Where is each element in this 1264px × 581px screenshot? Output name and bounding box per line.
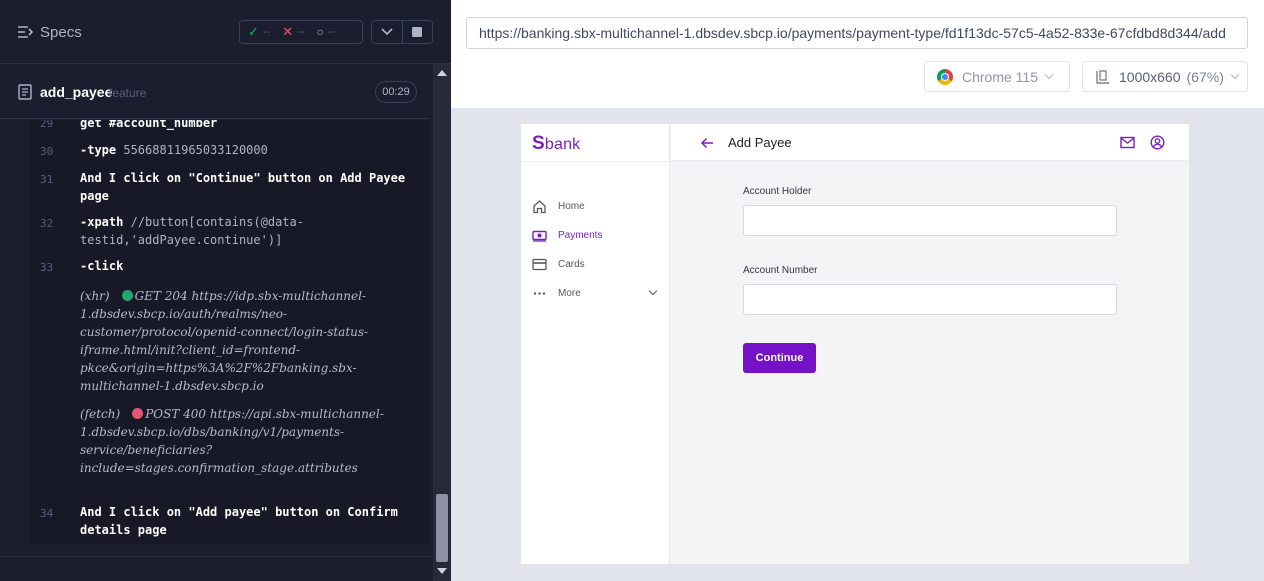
mail-icon[interactable] <box>1120 136 1135 149</box>
specs-bar: Specs ✓ -- ✕ -- ○ -- <box>0 0 451 64</box>
collapse-button[interactable] <box>372 21 402 43</box>
passed-count: ✓ -- <box>248 24 271 39</box>
spec-extension: feature <box>109 86 147 100</box>
log-scrollbar[interactable] <box>433 64 451 581</box>
sbank-logo[interactable]: Sbank <box>532 133 580 155</box>
chevron-down-icon <box>381 28 393 36</box>
scroll-thumb[interactable] <box>436 494 448 562</box>
log-entry[interactable]: -click <box>80 257 420 275</box>
file-icon <box>18 84 32 100</box>
aut-panel: https://banking.sbx-multichannel-1.dbsde… <box>451 0 1264 581</box>
stop-button[interactable] <box>401 21 433 43</box>
chevron-down-icon <box>1044 70 1054 79</box>
specs-list-icon[interactable] <box>17 25 33 39</box>
line-number: 33 <box>40 261 54 274</box>
app-frame: Sbank Home Payments Cards More Add Payee… <box>521 124 1189 564</box>
divider <box>521 161 670 162</box>
command-log: 29 get #account_number 30 -type 55668811… <box>30 120 430 544</box>
nav-item-payments[interactable]: Payments <box>532 226 660 244</box>
stop-icon <box>412 27 423 37</box>
spec-header: add_payee feature <box>0 65 430 119</box>
scroll-down-arrow-icon[interactable] <box>437 568 447 574</box>
line-number: 32 <box>40 217 54 230</box>
log-entry[interactable]: And I click on "Continue" button on Add … <box>80 169 420 205</box>
back-arrow-icon[interactable] <box>700 136 714 150</box>
page-title: Add Payee <box>728 135 792 150</box>
nav-item-cards[interactable]: Cards <box>532 255 660 273</box>
nav-item-home[interactable]: Home <box>532 197 660 215</box>
status-dot-error <box>132 408 144 419</box>
url-bar[interactable]: https://banking.sbx-multichannel-1.dbsde… <box>466 17 1248 49</box>
test-stats: ✓ -- ✕ -- ○ -- <box>239 20 363 44</box>
payments-icon <box>532 230 547 242</box>
pending-circle-icon: ○ <box>316 25 324 39</box>
log-entry[interactable]: -xpath //button[contains(@data-testid,'a… <box>80 213 420 249</box>
request-entry[interactable]: (fetch) POST 400 https://api.sbx-multicha… <box>80 405 425 477</box>
divider <box>0 556 433 557</box>
runner-controls <box>371 20 433 44</box>
status-dot-success <box>121 290 133 301</box>
account-number-label: Account Number <box>743 265 818 276</box>
more-icon <box>533 291 546 295</box>
account-holder-input[interactable] <box>743 205 1117 236</box>
browser-selector[interactable]: Chrome 115 <box>924 61 1070 92</box>
line-number: 29 <box>40 120 54 130</box>
chevron-down-icon <box>1230 70 1240 79</box>
chrome-icon <box>937 68 953 85</box>
line-number: 34 <box>40 507 54 520</box>
user-icon[interactable] <box>1150 135 1165 150</box>
runner-panel: Specs ✓ -- ✕ -- ○ -- add_payee feature 00:2… <box>0 0 451 581</box>
log-entry[interactable]: -type 55668811965033120000 <box>80 141 420 159</box>
app-header: Add Payee <box>671 124 1189 161</box>
account-number-input[interactable] <box>743 284 1117 315</box>
line-number: 30 <box>40 145 54 158</box>
chevron-down-icon <box>648 286 658 296</box>
home-icon <box>533 199 546 213</box>
spec-timer: 00:29 <box>375 81 417 103</box>
app-sidebar: Sbank Home Payments Cards More <box>521 124 670 564</box>
nav-item-more[interactable]: More <box>532 284 660 302</box>
request-entry[interactable]: (xhr) GET 204 https://idp.sbx-multichanne… <box>80 287 425 395</box>
log-entry[interactable]: get #account_number <box>80 120 420 132</box>
check-icon: ✓ <box>248 24 259 39</box>
viewport-selector[interactable]: 1000x660 (67%) <box>1082 61 1248 92</box>
spec-name: add_payee <box>40 84 113 100</box>
log-entry[interactable]: And I click on "Add payee" button on Con… <box>80 503 420 539</box>
scroll-up-arrow-icon[interactable] <box>437 70 447 76</box>
x-icon: ✕ <box>282 24 294 39</box>
account-holder-label: Account Holder <box>743 186 812 197</box>
line-number: 31 <box>40 173 54 186</box>
pending-count: ○ -- <box>316 25 336 39</box>
specs-label[interactable]: Specs <box>40 24 82 41</box>
continue-button[interactable]: Continue <box>743 343 816 373</box>
ruler-icon <box>1096 69 1109 84</box>
failed-count: ✕ -- <box>282 24 305 39</box>
card-icon <box>532 258 547 270</box>
